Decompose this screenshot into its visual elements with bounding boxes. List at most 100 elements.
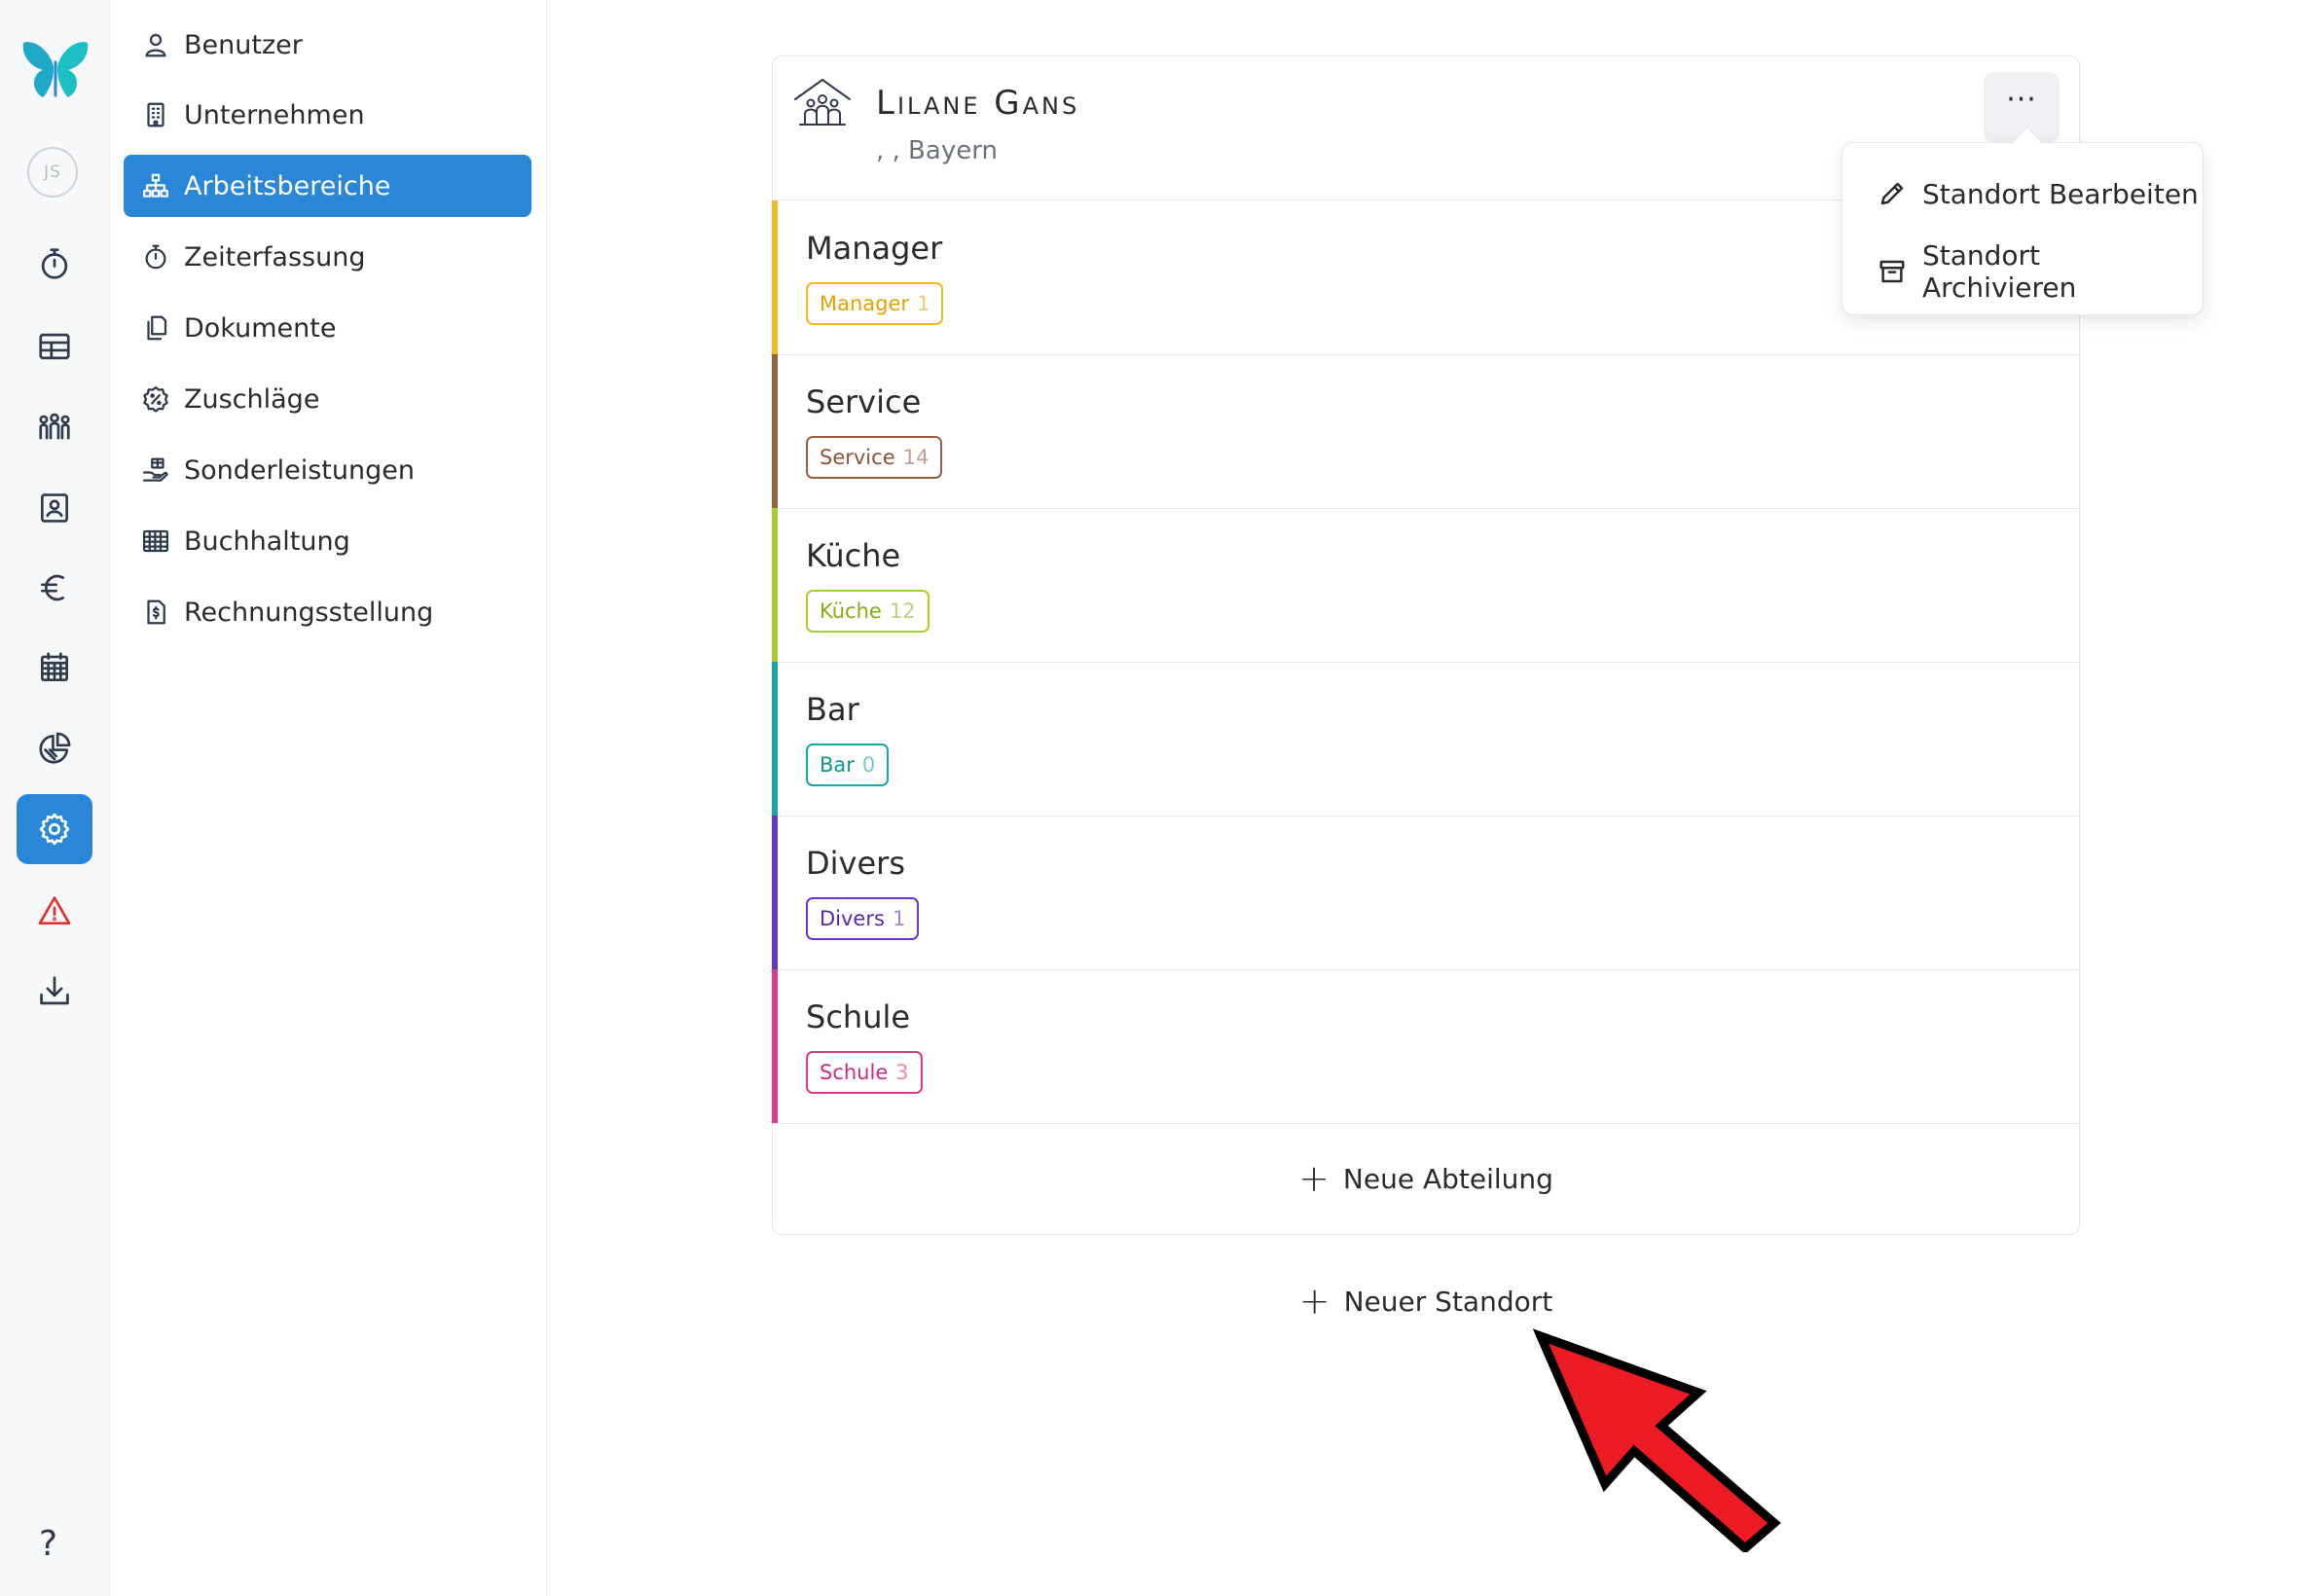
rail-contact[interactable]	[17, 473, 92, 543]
archive-box-icon	[1879, 260, 1905, 283]
stopwatch-icon	[145, 244, 166, 270]
menu-item-label: Benutzer	[184, 29, 303, 60]
hand-gift-icon	[143, 457, 168, 482]
menu-item-dokumente[interactable]: Dokumente	[124, 297, 531, 359]
tag-label: Küche	[820, 599, 882, 623]
tag-label: Divers	[820, 907, 885, 930]
invoice-icon	[147, 599, 165, 625]
department-color-bar	[772, 354, 778, 508]
stopwatch-icon	[41, 248, 68, 279]
tag-label: Manager	[820, 292, 910, 315]
rail-calendar[interactable]	[17, 633, 92, 703]
edit-location-menu-item[interactable]: Standort Bearbeiten	[1842, 155, 2203, 233]
location-options-dropdown: Standort Bearbeiten Standort Archivieren	[1841, 142, 2204, 315]
user-icon	[145, 33, 166, 57]
department-row[interactable]: Schule Schule 3	[772, 969, 2079, 1124]
icon-rail: JS ?	[0, 0, 110, 1596]
avatar[interactable]: JS	[27, 147, 78, 198]
department-name: Schule	[806, 998, 911, 1035]
department-tag[interactable]: Service 14	[806, 436, 943, 479]
rail-warnings[interactable]	[17, 876, 92, 946]
department-tag[interactable]: Schule 3	[806, 1051, 923, 1094]
warning-icon	[38, 896, 71, 925]
tag-count: 3	[895, 1061, 909, 1084]
settings-icon	[39, 813, 70, 846]
download-icon	[40, 976, 69, 1005]
menu-item-arbeitsbereiche[interactable]: Arbeitsbereiche	[124, 155, 531, 217]
rail-table[interactable]	[17, 311, 92, 381]
menu-item-rechnungsstellung[interactable]: Rechnungsstellung	[124, 581, 531, 643]
ellipsis-icon: ···	[2006, 83, 2037, 117]
department-name: Küche	[806, 537, 901, 574]
pencil-icon	[1880, 182, 1904, 205]
menu-item-sonderleistungen[interactable]: Sonderleistungen	[124, 439, 531, 501]
add-department-button[interactable]: + Neue Abteilung	[773, 1123, 2079, 1234]
add-department-label: Neue Abteilung	[1342, 1162, 1553, 1195]
percent-badge-icon	[143, 386, 168, 413]
rail-team[interactable]	[17, 392, 92, 462]
plus-icon: +	[1298, 1157, 1330, 1200]
butterfly-logo-icon[interactable]	[19, 37, 91, 103]
tag-count: 14	[902, 446, 930, 469]
department-color-bar	[772, 816, 778, 969]
menu-item-label: Arbeitsbereiche	[184, 170, 391, 201]
app-root: JS ? Benutzer Unternehmen Arbeitsbereich…	[0, 0, 2297, 1596]
archive-location-menu-item[interactable]: Standort Archivieren	[1842, 233, 2203, 310]
department-tag[interactable]: Bar 0	[806, 744, 890, 786]
tag-count: 0	[861, 753, 876, 777]
menu-item-zuschlaege[interactable]: Zuschläge	[124, 368, 531, 430]
documents-icon	[147, 315, 167, 341]
pointer-arrow-annotation	[1533, 1328, 1781, 1552]
settings-menu: Benutzer Unternehmen Arbeitsbereiche Zei…	[111, 0, 547, 1596]
tag-count: 1	[892, 907, 906, 930]
menu-item-label: Zeiterfassung	[184, 241, 366, 272]
rail-reports[interactable]	[17, 713, 92, 783]
department-name: Divers	[806, 845, 905, 882]
building-icon	[147, 102, 164, 127]
team-icon	[39, 413, 70, 440]
menu-item-buchhaltung[interactable]: Buchhaltung	[124, 510, 531, 572]
department-color-bar	[772, 662, 778, 816]
org-chart-icon	[143, 173, 168, 198]
contact-card-icon	[40, 493, 69, 523]
department-row[interactable]: Bar Bar 0	[772, 662, 2079, 816]
location-house-icon	[792, 76, 853, 128]
plus-icon: +	[1298, 1280, 1331, 1323]
add-location-button[interactable]: + Neuer Standort	[772, 1248, 2080, 1355]
tag-label: Service	[820, 446, 895, 469]
department-row[interactable]: Divers Divers 1	[772, 816, 2079, 970]
menu-item-label: Dokumente	[184, 312, 337, 344]
menu-item-label: Buchhaltung	[184, 526, 350, 557]
tag-label: Schule	[820, 1061, 889, 1084]
pie-chart-icon	[39, 732, 71, 764]
rail-euro[interactable]	[17, 553, 92, 623]
rail-stopwatch[interactable]	[17, 229, 92, 299]
menu-item-unternehmen[interactable]: Unternehmen	[124, 84, 531, 146]
help-icon[interactable]: ?	[39, 1524, 57, 1564]
department-color-bar	[772, 508, 778, 662]
menu-item-benutzer[interactable]: Benutzer	[124, 14, 531, 76]
department-row[interactable]: Küche Küche 12	[772, 508, 2079, 663]
department-row[interactable]: Service Service 14	[772, 354, 2079, 509]
menu-item-zeiterfassung[interactable]: Zeiterfassung	[124, 226, 531, 288]
calendar-icon	[40, 652, 69, 682]
ledger-grid-icon	[143, 529, 168, 553]
menu-item-label: Sonderleistungen	[184, 454, 415, 486]
department-name: Bar	[806, 691, 859, 728]
tag-count: 12	[889, 599, 916, 623]
tag-label: Bar	[820, 753, 855, 777]
department-tag[interactable]: Küche 12	[806, 590, 930, 633]
rail-settings[interactable]	[17, 794, 92, 864]
edit-location-label: Standort Bearbeiten	[1922, 177, 2199, 210]
rail-download[interactable]	[17, 957, 92, 1027]
department-tag[interactable]: Manager 1	[806, 282, 944, 325]
department-color-bar	[772, 969, 778, 1123]
menu-item-label: Rechnungsstellung	[184, 597, 434, 628]
menu-item-label: Unternehmen	[184, 99, 365, 130]
department-name: Service	[806, 383, 922, 420]
department-color-bar	[772, 200, 778, 354]
tag-count: 1	[917, 292, 930, 315]
location-address: , , Bayern	[876, 136, 998, 165]
department-tag[interactable]: Divers 1	[806, 897, 920, 940]
euro-icon	[40, 574, 65, 601]
